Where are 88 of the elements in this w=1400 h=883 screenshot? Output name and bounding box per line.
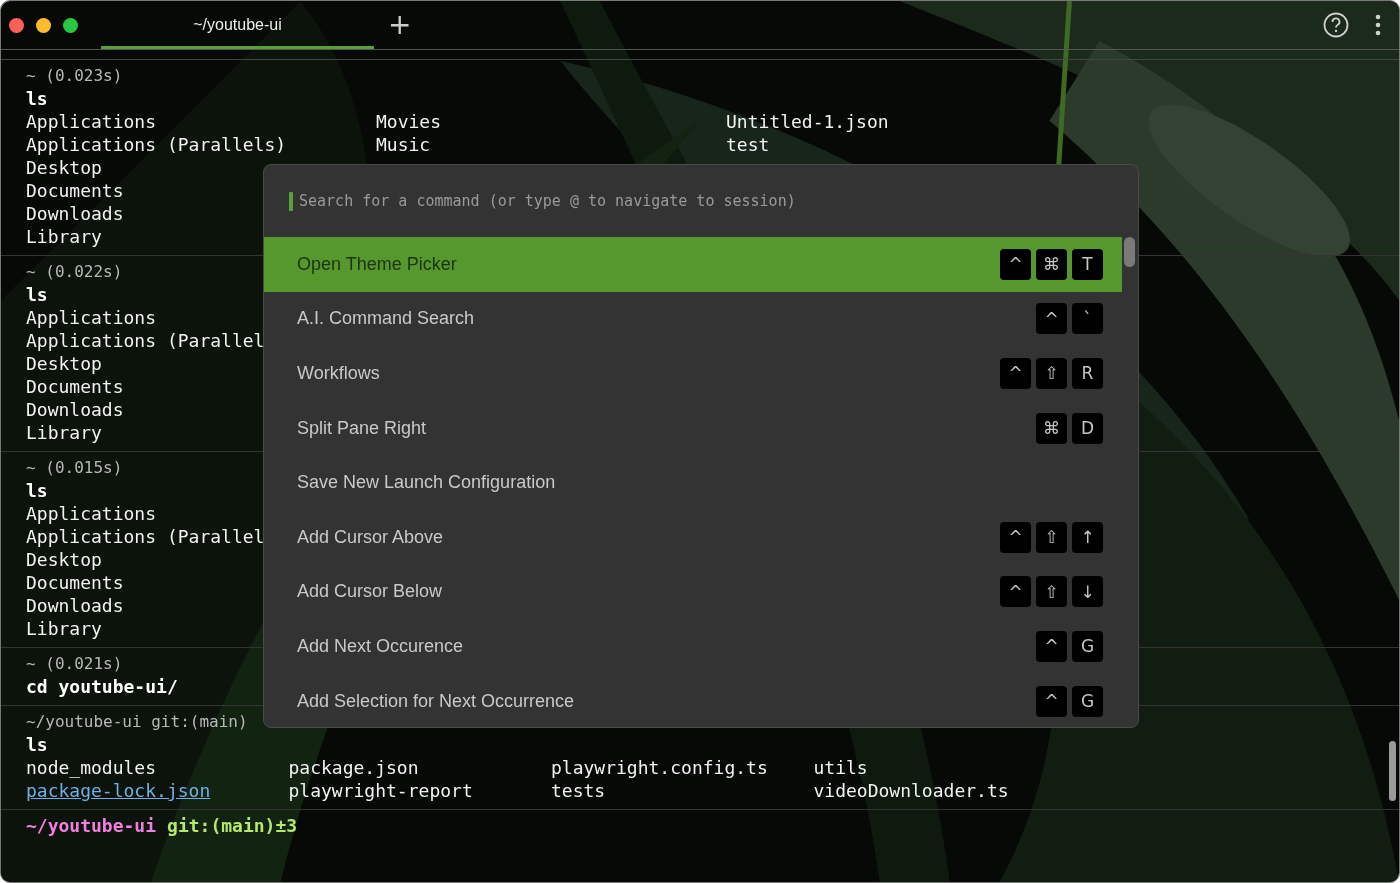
shortcut-key: ⇧ (1036, 521, 1067, 553)
file-name: Untitled-1.json (726, 110, 889, 133)
command-label: Save New Launch Configuration (297, 472, 557, 494)
file-name: Applications (26, 110, 157, 133)
block-header: ~ (0.015s) (26, 457, 123, 479)
block-header: ~ (0.021s) (26, 653, 123, 675)
more-menu-icon[interactable] (1375, 14, 1381, 36)
command-label: Open Theme Picker (297, 253, 458, 275)
shortcut-key: ⌘ (1036, 248, 1067, 280)
file-name: Desktop (26, 548, 102, 571)
command-item[interactable]: A.I. Command Search ^ ` (264, 291, 1122, 347)
file-name: Movies (376, 110, 442, 133)
file-name: Desktop (26, 156, 102, 179)
command-text: cd youtube-ui/ (26, 675, 178, 698)
shortcut-key: ⇧ (1036, 576, 1067, 608)
file-name: Downloads (26, 398, 124, 421)
file-name: Downloads (26, 594, 124, 617)
file-name: tests (551, 779, 606, 802)
terminal-scrollbar[interactable] (1389, 741, 1396, 801)
file-name: Applications (Parallels) (26, 133, 287, 156)
command-label: Workflows (297, 363, 381, 384)
help-icon[interactable] (1323, 12, 1349, 38)
command-text: ls (26, 87, 48, 110)
new-tab-button[interactable]: + (374, 11, 426, 39)
prompt-git-status: git:(main)±3 (167, 814, 298, 837)
command-search-field[interactable]: Search for a command (or type @ to navigate to session) (299, 192, 1138, 210)
command-item[interactable]: Split Pane Right ⌘ D (264, 400, 1122, 456)
file-name: Documents (26, 571, 124, 594)
shortcut-key: ^ (1000, 576, 1031, 608)
shortcut-key: ↑ (1072, 521, 1103, 553)
command-text: ls (26, 733, 48, 756)
file-name: utils (813, 756, 868, 779)
file-name: Downloads (26, 202, 124, 225)
command-item[interactable]: Add Next Occurence ^ G (264, 619, 1122, 674)
file-name: Documents (26, 375, 124, 398)
command-text: ls (26, 479, 48, 502)
file-name: playwright-report (288, 779, 473, 802)
terminal-tab[interactable]: ~/youtube-ui (101, 4, 374, 49)
block-header: ~/youtube-ui git:(main) (26, 711, 248, 733)
prompt-path: ~/youtube-ui (26, 814, 157, 837)
shortcut-key: T (1072, 248, 1103, 280)
shortcut-key: ` (1072, 303, 1103, 335)
command-label: Add Next Occurence (297, 635, 465, 657)
shortcut-key: ↓ (1072, 576, 1103, 608)
shortcut-key: R (1072, 358, 1103, 389)
file-name: playwright.config.ts (551, 756, 768, 779)
file-name: Applications (26, 306, 157, 329)
command-label: Add Cursor Above (297, 526, 445, 548)
shortcut-key: ^ (1036, 630, 1067, 662)
file-name: node_modules (26, 756, 157, 779)
palette-scrollbar[interactable] (1124, 237, 1135, 267)
file-name: test (726, 133, 770, 156)
command-label: Add Cursor Below (297, 581, 444, 603)
command-item[interactable]: Workflows ^ ⇧ R (264, 346, 1122, 401)
command-item[interactable]: Open Theme Picker ^ ⌘ T (264, 237, 1122, 292)
file-name: Applications (26, 502, 157, 525)
command-item[interactable]: Add Cursor Above ^ ⇧ ↑ (264, 509, 1122, 565)
block-header: ~ (0.023s) (26, 65, 123, 87)
command-label: A.I. Command Search (297, 308, 476, 330)
command-label: Split Pane Right (297, 417, 428, 439)
file-name: Documents (26, 179, 124, 202)
shortcut-key: ^ (1000, 358, 1031, 389)
command-item[interactable]: Add Cursor Below ^ ⇧ ↓ (264, 564, 1122, 620)
command-item[interactable]: Save New Launch Configuration (264, 455, 1122, 510)
shortcut-key: D (1072, 412, 1103, 444)
file-name: videoDownloader.ts (813, 779, 1009, 802)
file-name: package.json (288, 756, 419, 779)
shortcut-key: ^ (1000, 248, 1031, 280)
shortcut-key: G (1072, 685, 1103, 717)
shortcut-key: ^ (1036, 303, 1067, 335)
command-item[interactable]: Add Selection for Next Occurrence ^ G (264, 673, 1122, 727)
block-header: ~ (0.022s) (26, 261, 123, 283)
file-name: Library (26, 421, 102, 444)
file-name: Library (26, 617, 102, 640)
file-name: Library (26, 225, 102, 248)
shortcut-key: ⇧ (1036, 358, 1067, 389)
shortcut-key: ^ (1000, 521, 1031, 553)
text-cursor (289, 191, 293, 211)
shortcut-key: ⌘ (1036, 412, 1067, 444)
file-name: Music (376, 133, 431, 156)
command-label: Add Selection for Next Occurrence (297, 690, 576, 712)
file-link[interactable]: package-lock.json (26, 779, 211, 802)
file-name: Applications (Parallel (26, 329, 265, 352)
file-name: Desktop (26, 352, 102, 375)
command-text: ls (26, 283, 48, 306)
shortcut-key: G (1072, 630, 1103, 662)
file-name: Applications (Parallel (26, 525, 265, 548)
shortcut-key: ^ (1036, 685, 1067, 717)
